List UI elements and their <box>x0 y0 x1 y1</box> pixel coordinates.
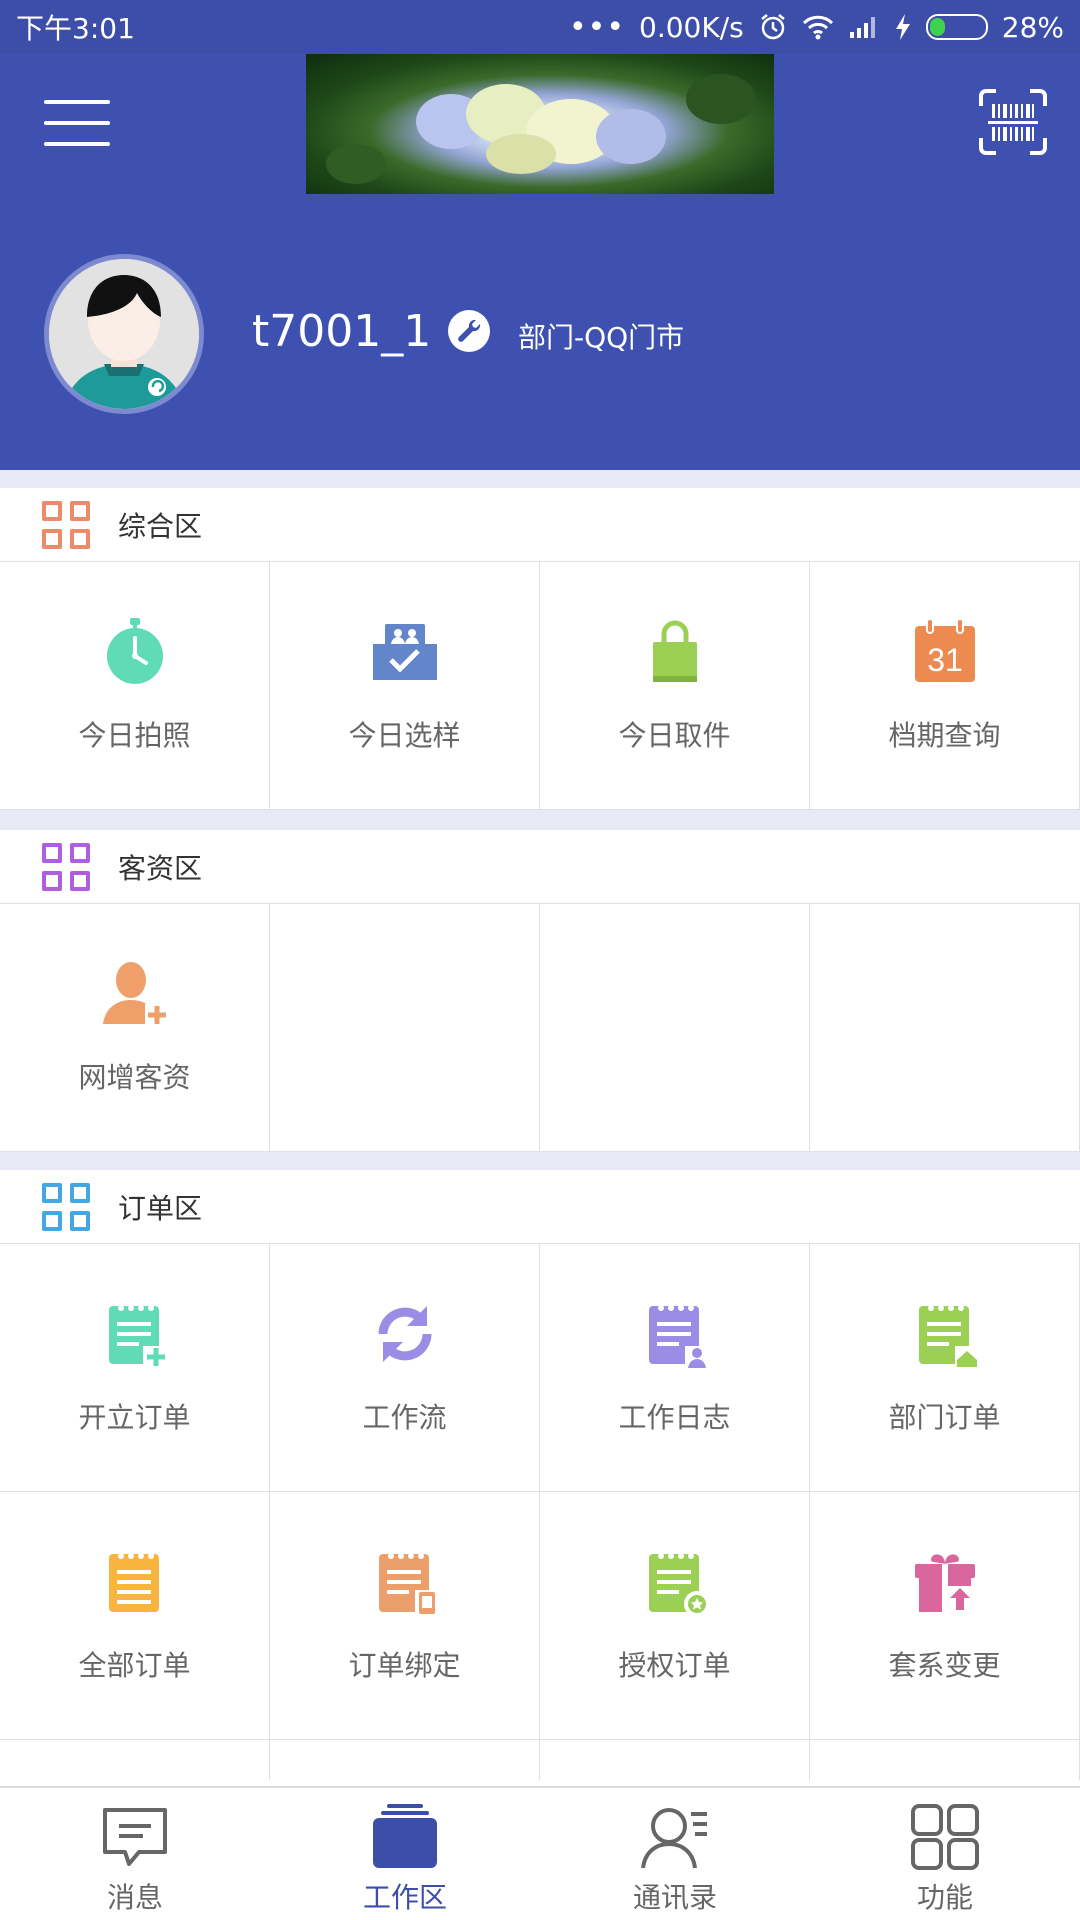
grid-icon <box>42 842 90 891</box>
package-change-icon <box>914 1554 975 1612</box>
tab-contacts[interactable]: 通讯录 <box>540 1788 810 1920</box>
auth-order-icon <box>648 1553 710 1617</box>
wifi-icon <box>802 14 834 40</box>
net-speed: 0.00K/s <box>639 10 744 44</box>
tile-work-log[interactable]: 工作日志 <box>540 1244 810 1491</box>
tile-label: 工作流 <box>362 1401 447 1434</box>
tile-order-bind[interactable]: 订单绑定 <box>270 1492 540 1739</box>
tile-empty <box>540 1740 810 1780</box>
profile-header: t7001_1 部门-QQ门市 <box>0 54 1080 470</box>
section-clients: 客资区 网增客资 <box>0 830 1080 1152</box>
tab-functions[interactable]: 功能 <box>810 1788 1080 1920</box>
tab-label: 功能 <box>916 1881 973 1914</box>
tile-all-orders[interactable]: 全部订单 <box>0 1492 270 1739</box>
menu-icon[interactable] <box>44 100 110 146</box>
tab-label: 消息 <box>106 1881 163 1914</box>
tile-dept-order[interactable]: 部门订单 <box>810 1244 1080 1491</box>
battery-icon <box>925 14 988 40</box>
tile-label: 套系变更 <box>888 1649 1001 1682</box>
username: t7001_1 <box>252 306 432 357</box>
message-icon <box>103 1808 167 1866</box>
charging-icon <box>894 13 912 41</box>
tile-label: 网增客资 <box>78 1061 191 1094</box>
grid-icon <box>42 500 90 549</box>
tile-label: 档期查询 <box>888 719 1001 752</box>
tile-online-client[interactable]: 网增客资 <box>0 904 270 1151</box>
workspace-icon <box>373 1804 437 1868</box>
section-general: 综合区 今日拍照 今日选样 今日取件 31 档期查询 <box>0 488 1080 810</box>
section-header: 客资区 <box>0 830 1080 904</box>
tile-label: 今日拍照 <box>78 719 191 752</box>
tile-today-photo[interactable]: 今日拍照 <box>0 562 270 809</box>
tile-package-change[interactable]: 套系变更 <box>810 1492 1080 1739</box>
tile-empty <box>0 1740 270 1780</box>
battery-percent: 28% <box>1001 10 1064 44</box>
avatar[interactable] <box>44 254 204 414</box>
tile-label: 今日取件 <box>618 719 731 752</box>
section-header: 综合区 <box>0 488 1080 562</box>
tile-label: 订单绑定 <box>348 1649 461 1682</box>
tile-label: 今日选样 <box>348 719 461 752</box>
banner-image <box>306 54 774 194</box>
tile-label: 工作日志 <box>618 1401 731 1434</box>
more-dots-icon: ••• <box>568 9 626 45</box>
calendar-day: 31 <box>927 642 963 678</box>
calendar-icon: 31 <box>914 618 975 682</box>
work-log-icon <box>648 1305 709 1368</box>
function-grid-icon <box>911 1804 979 1870</box>
contacts-icon <box>641 1808 707 1869</box>
tile-label: 开立订单 <box>78 1401 191 1434</box>
tile-new-order[interactable]: 开立订单 <box>0 1244 270 1491</box>
grid-icon <box>42 1182 90 1231</box>
tile-empty <box>270 904 540 1151</box>
section-title: 订单区 <box>118 1191 203 1225</box>
new-order-icon <box>108 1305 169 1368</box>
alarm-icon <box>758 12 788 42</box>
status-time: 下午3:01 <box>16 12 135 45</box>
tab-label: 通讯录 <box>632 1881 717 1914</box>
stopwatch-icon <box>106 618 163 684</box>
tile-empty <box>810 1740 1080 1780</box>
dept-order-icon <box>918 1305 979 1368</box>
tile-today-pickup[interactable]: 今日取件 <box>540 562 810 809</box>
workflow-icon <box>378 1306 431 1362</box>
tile-empty <box>540 904 810 1151</box>
tile-today-selection[interactable]: 今日选样 <box>270 562 540 809</box>
order-bind-icon <box>378 1553 439 1616</box>
section-title: 综合区 <box>118 509 203 543</box>
bag-icon <box>652 620 697 682</box>
department-label: 部门-QQ门市 <box>518 321 685 354</box>
tab-label: 工作区 <box>362 1881 447 1914</box>
section-header: 订单区 <box>0 1170 1080 1244</box>
add-user-icon <box>102 962 169 1026</box>
tile-label: 部门订单 <box>888 1401 1001 1434</box>
tile-empty <box>810 904 1080 1151</box>
bottom-nav: 消息 工作区 通讯录 功能 <box>0 1786 1080 1920</box>
tile-label: 全部订单 <box>78 1649 191 1682</box>
scan-barcode-icon[interactable] <box>978 88 1048 156</box>
settings-wrench-icon[interactable] <box>448 310 490 352</box>
tile-workflow[interactable]: 工作流 <box>270 1244 540 1491</box>
tab-messages[interactable]: 消息 <box>0 1788 270 1920</box>
photo-select-icon <box>372 624 437 680</box>
section-title: 客资区 <box>118 851 203 885</box>
tile-label: 授权订单 <box>618 1649 731 1682</box>
tab-workspace[interactable]: 工作区 <box>270 1788 540 1920</box>
tile-empty <box>270 1740 540 1780</box>
tile-auth-order[interactable]: 授权订单 <box>540 1492 810 1739</box>
status-bar: 下午3:01 ••• 0.00K/s 28% <box>0 0 1080 54</box>
tile-schedule-query[interactable]: 31 档期查询 <box>810 562 1080 809</box>
all-orders-icon <box>108 1553 159 1612</box>
section-orders: 订单区 开立订单 工作流 工作日志 部门订单 全部订单 订单绑定 授权订单 套系… <box>0 1170 1080 1786</box>
signal-icon <box>848 14 880 40</box>
